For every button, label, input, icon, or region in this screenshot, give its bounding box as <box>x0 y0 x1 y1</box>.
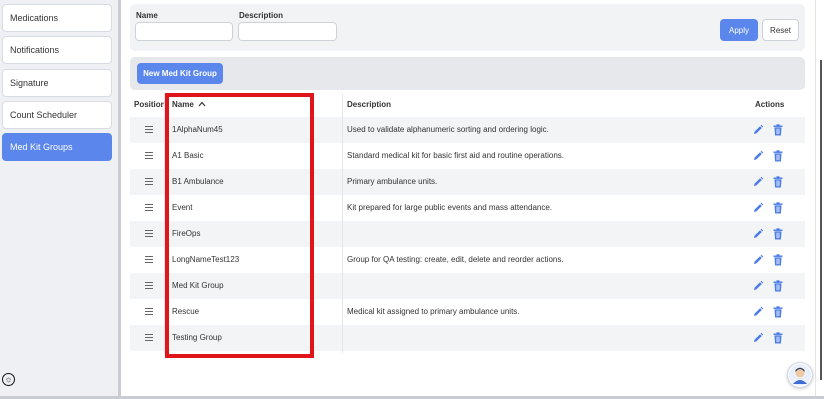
drag-handle-icon[interactable] <box>145 256 153 263</box>
trash-icon[interactable] <box>773 176 783 188</box>
column-header-description: Description <box>347 100 392 109</box>
drag-handle-icon[interactable] <box>145 126 153 133</box>
name-column-highlight <box>165 93 314 358</box>
support-avatar-icon[interactable] <box>787 362 813 388</box>
pencil-icon[interactable] <box>752 228 764 240</box>
row-description: Used to validate alphanumeric sorting an… <box>347 125 549 134</box>
reset-button[interactable]: Reset <box>762 19 799 41</box>
table-toolbar <box>130 57 805 90</box>
trash-icon[interactable] <box>773 202 783 214</box>
pencil-icon[interactable] <box>752 150 764 162</box>
drag-handle-icon[interactable] <box>145 152 153 159</box>
new-med-kit-group-button[interactable]: New Med Kit Group <box>137 63 223 84</box>
scrollbar-thumb[interactable] <box>820 60 822 380</box>
trash-icon[interactable] <box>773 228 783 240</box>
accessibility-icon[interactable]: ☼ <box>2 373 15 386</box>
description-filter-input[interactable] <box>238 22 337 41</box>
pencil-icon[interactable] <box>752 124 764 136</box>
sidebar-item-medications[interactable]: Medications <box>2 4 112 32</box>
row-description: Primary ambulance units. <box>347 177 438 186</box>
row-description: Group for QA testing: create, edit, dele… <box>347 255 564 264</box>
pencil-icon[interactable] <box>752 176 764 188</box>
trash-icon[interactable] <box>773 332 783 344</box>
trash-icon[interactable] <box>773 124 783 136</box>
name-filter-input[interactable] <box>135 22 233 41</box>
drag-handle-icon[interactable] <box>145 230 153 237</box>
pencil-icon[interactable] <box>752 332 764 344</box>
trash-icon[interactable] <box>773 150 783 162</box>
pencil-icon[interactable] <box>752 280 764 292</box>
drag-handle-icon[interactable] <box>145 204 153 211</box>
sidebar-item-count-scheduler[interactable]: Count Scheduler <box>2 101 112 129</box>
pencil-icon[interactable] <box>752 254 764 266</box>
drag-handle-icon[interactable] <box>145 178 153 185</box>
sidebar-item-med-kit-groups[interactable]: Med Kit Groups <box>2 133 112 161</box>
apply-button[interactable]: Apply <box>720 19 758 41</box>
sidebar: Medications Notifications Signature Coun… <box>0 0 118 399</box>
column-header-actions: Actions <box>755 100 785 109</box>
trash-icon[interactable] <box>773 254 783 266</box>
row-description: Medical kit assigned to primary ambulanc… <box>347 307 520 316</box>
trash-icon[interactable] <box>773 306 783 318</box>
column-header-position: Position <box>134 100 166 109</box>
sidebar-item-notifications[interactable]: Notifications <box>2 36 112 64</box>
drag-handle-icon[interactable] <box>145 334 153 341</box>
name-filter-label: Name <box>136 11 158 20</box>
pencil-icon[interactable] <box>752 202 764 214</box>
pencil-icon[interactable] <box>752 306 764 318</box>
drag-handle-icon[interactable] <box>145 282 153 289</box>
trash-icon[interactable] <box>773 280 783 292</box>
row-description: Kit prepared for large public events and… <box>347 203 553 212</box>
column-divider <box>342 94 343 353</box>
description-filter-label: Description <box>239 11 284 20</box>
sidebar-item-signature[interactable]: Signature <box>2 69 112 97</box>
row-description: Standard medical kit for basic first aid… <box>347 151 565 160</box>
drag-handle-icon[interactable] <box>145 308 153 315</box>
